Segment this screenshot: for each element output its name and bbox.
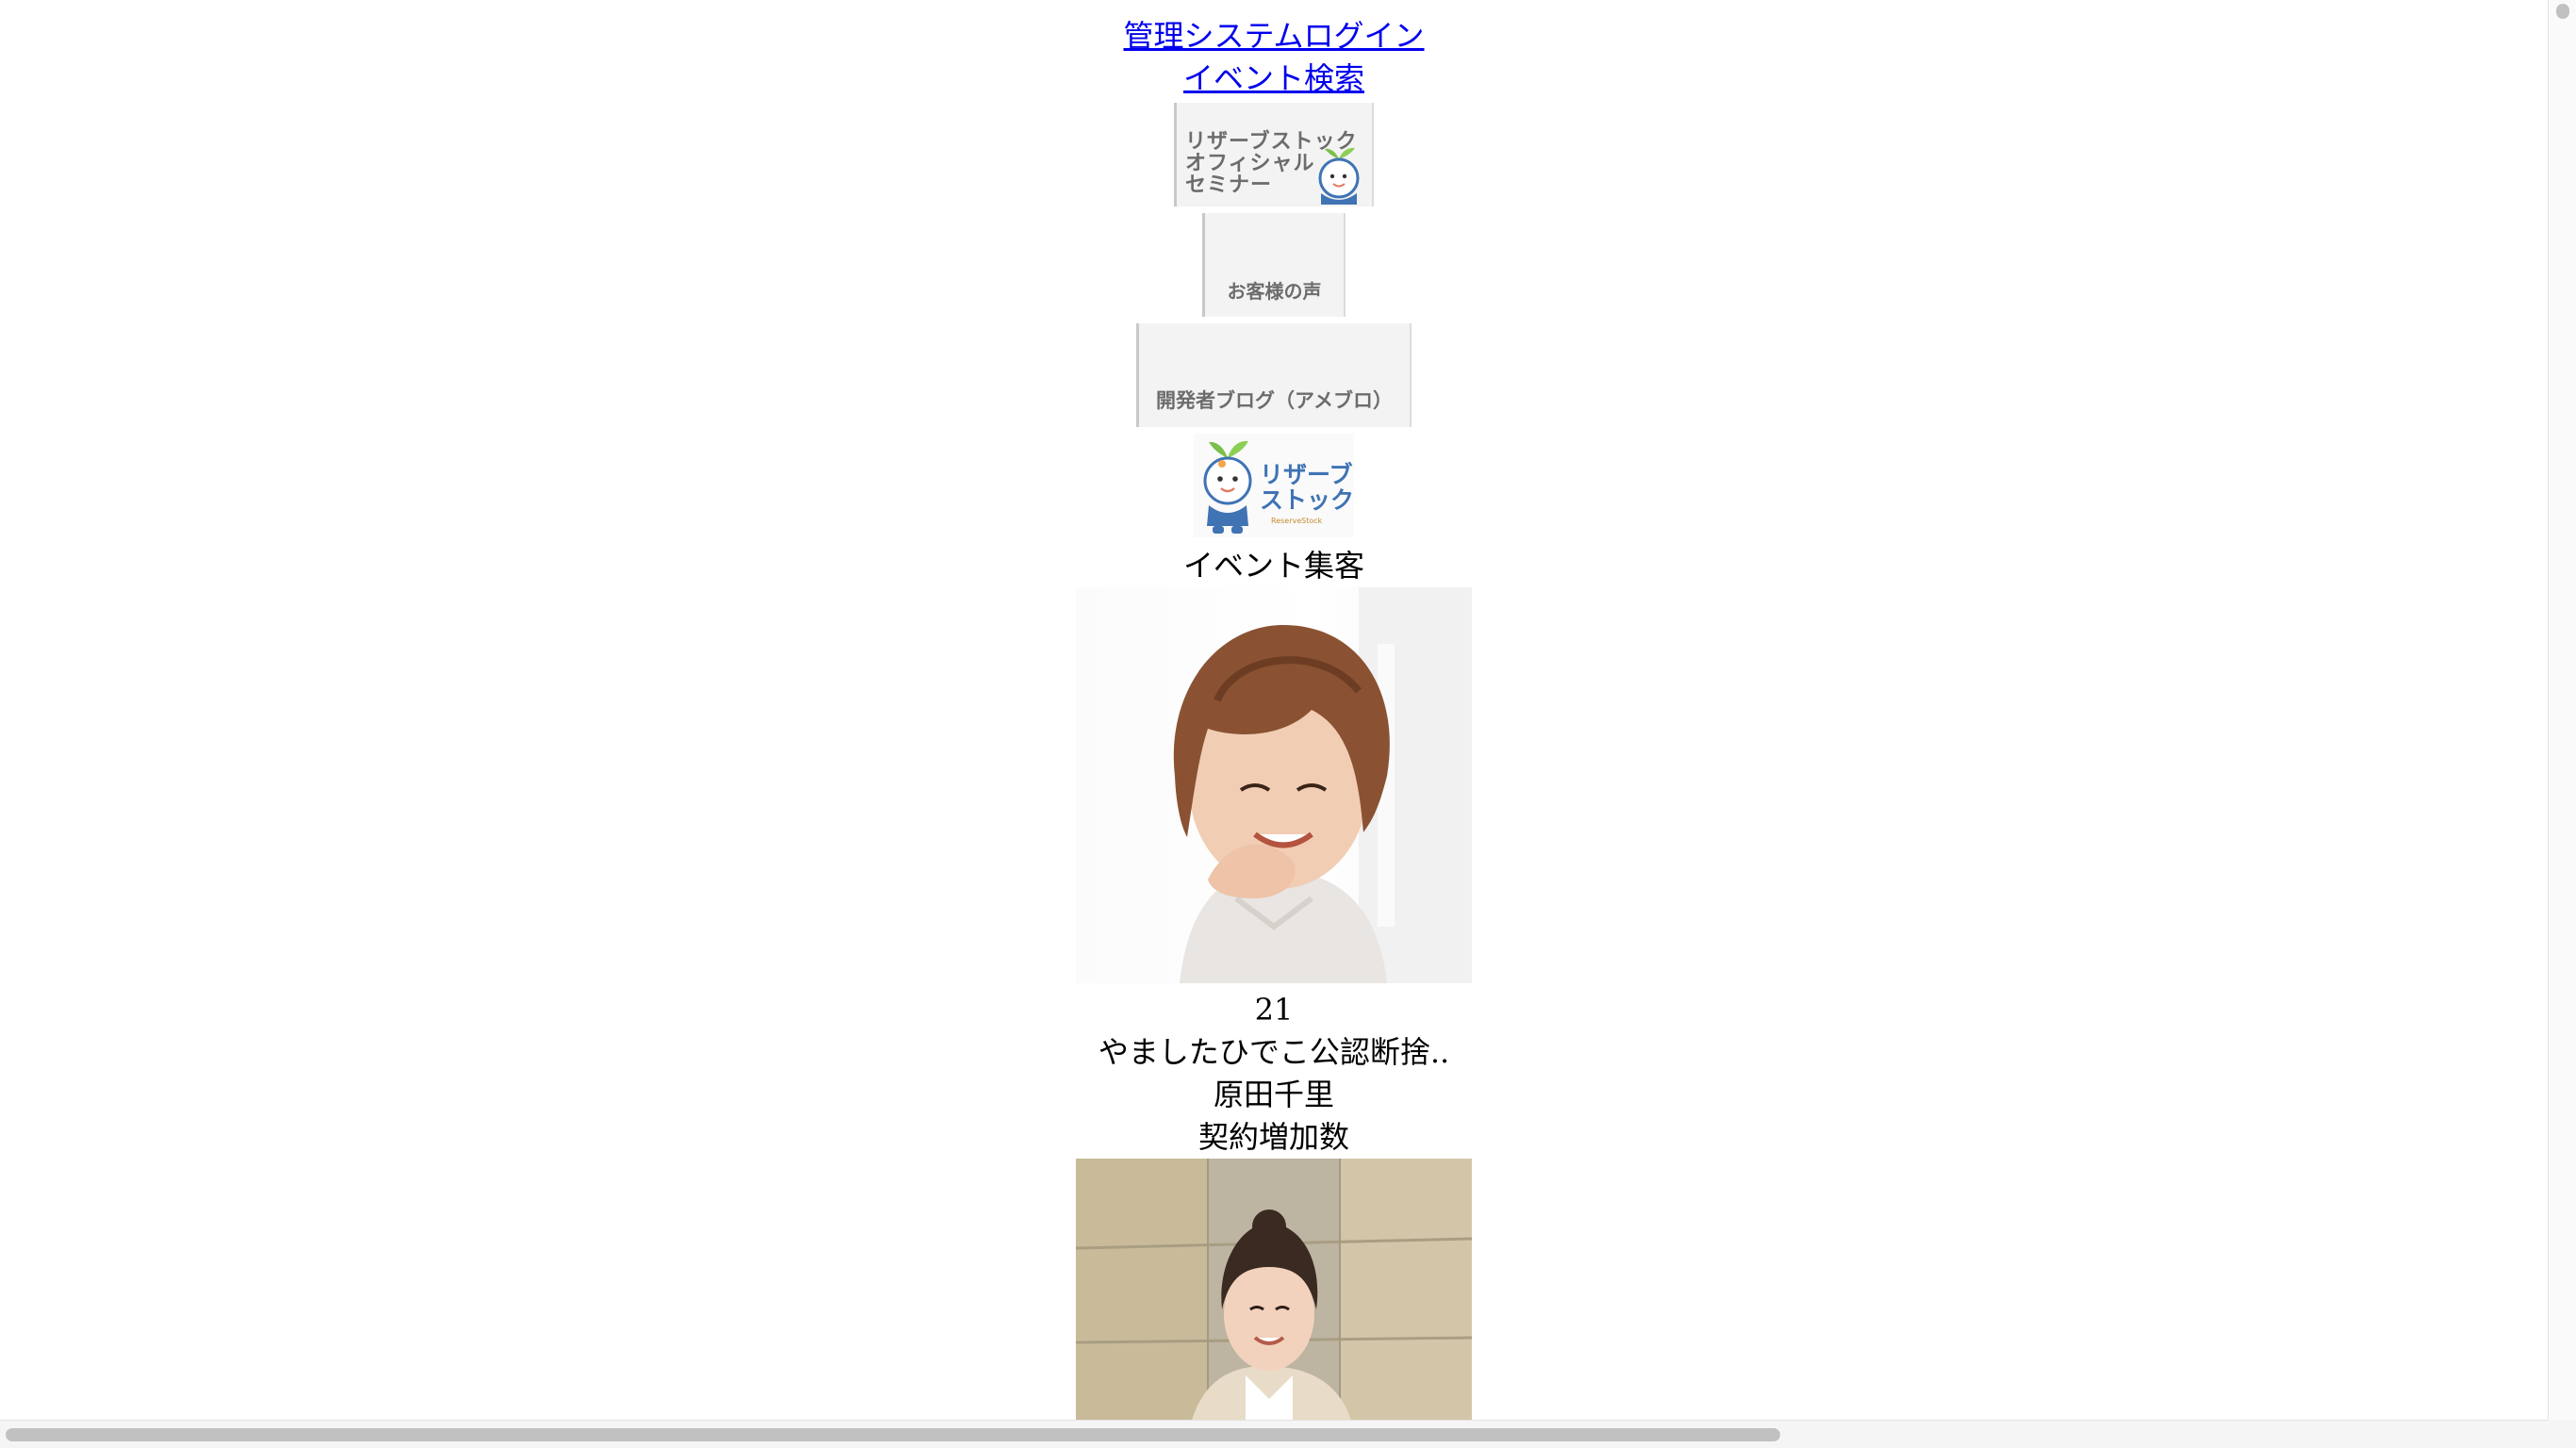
admin-login-link[interactable]: 管理システムログイン	[1123, 15, 1424, 58]
mascot-icon	[1203, 440, 1252, 534]
horizontal-scrollbar-thumb[interactable]	[6, 1428, 1780, 1441]
main-column: 管理システムログイン イベント検索 リザーブストック オフィシャル セミナー お…	[0, 0, 2548, 1420]
woman-portrait-image-2	[1076, 1159, 1472, 1420]
official-seminar-banner[interactable]: リザーブストック オフィシャル セミナー	[1174, 103, 1374, 206]
vertical-scrollbar[interactable]	[2548, 0, 2576, 1420]
developer-blog-label: 開発者ブログ（アメブロ）	[1156, 389, 1393, 412]
logo-wordmark: リザーブ ストック	[1260, 462, 1354, 513]
logo-subtitle: ReserveStock	[1271, 517, 1323, 525]
logo-line1: リザーブ	[1260, 461, 1353, 488]
card-rank: 21	[1254, 992, 1294, 1028]
customer-voice-label: お客様の声	[1227, 280, 1322, 303]
developer-blog-banner[interactable]: 開発者ブログ（アメブロ）	[1136, 323, 1412, 427]
mascot-icon	[1318, 147, 1360, 205]
event-search-link[interactable]: イベント検索	[1183, 58, 1364, 100]
vertical-scrollbar-thumb[interactable]	[2556, 4, 2569, 19]
profile-photo[interactable]	[1076, 587, 1472, 983]
scrollbar-corner	[2548, 1420, 2576, 1448]
horizontal-scrollbar[interactable]	[0, 1420, 2548, 1448]
card-metric: 契約増加数	[1197, 1119, 1349, 1155]
page-viewport: 管理システムログイン イベント検索 リザーブストック オフィシャル セミナー お…	[0, 0, 2548, 1420]
profile-photo-2[interactable]	[1076, 1159, 1472, 1420]
logo-line2: ストック	[1260, 486, 1355, 514]
customer-voice-banner[interactable]: お客様の声	[1202, 213, 1346, 317]
card-title[interactable]: やましたひでこ公認断捨..	[1098, 1031, 1449, 1074]
reservestock-logo[interactable]: リザーブ ストック ReserveStock	[1194, 434, 1354, 537]
section-title-event: イベント集客	[1182, 548, 1364, 584]
card-name: 原田千里	[1213, 1077, 1334, 1112]
woman-portrait-image	[1173, 587, 1472, 983]
